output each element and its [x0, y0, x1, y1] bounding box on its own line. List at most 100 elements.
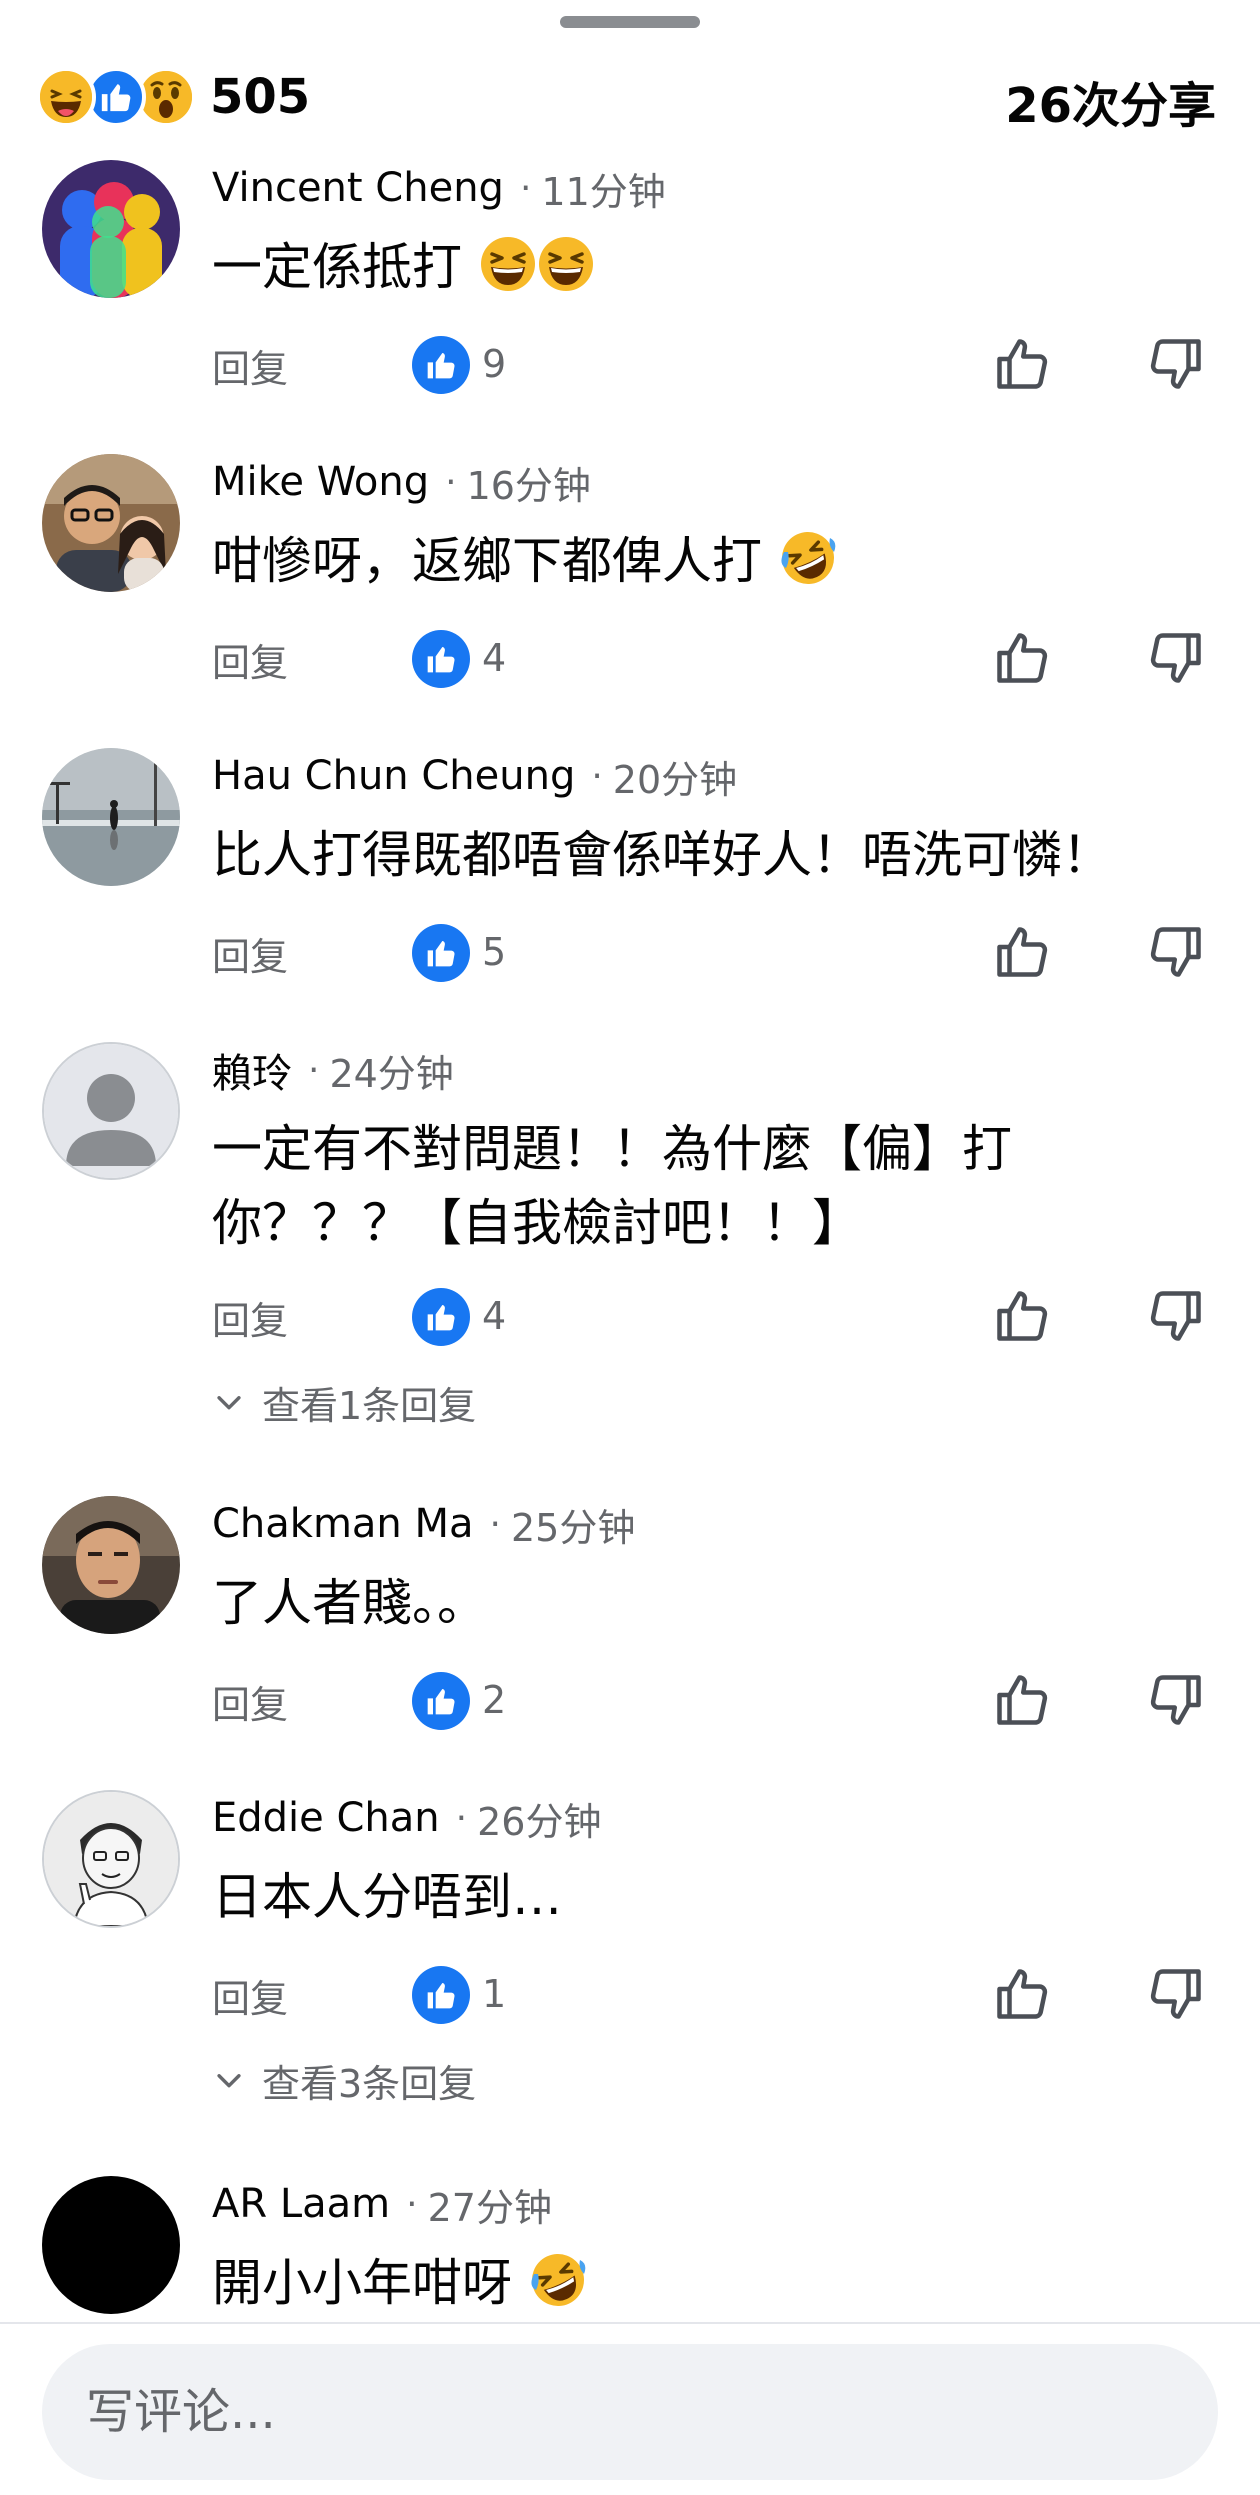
- like-badge-icon[interactable]: [412, 924, 470, 982]
- comment-text: 開小小年咁呀: [212, 2246, 1212, 2320]
- reaction-summary[interactable]: 505: [36, 62, 310, 132]
- drag-handle[interactable]: [560, 16, 700, 28]
- separator-dot: ·: [519, 167, 532, 209]
- comment-header: Hau Chun Cheung · 20分钟: [212, 748, 737, 804]
- separator-dot: ·: [445, 461, 457, 503]
- chevron-down-icon: [217, 2074, 241, 2088]
- author-name[interactable]: 賴玲: [212, 1041, 292, 1099]
- like-count[interactable]: 5: [482, 930, 506, 974]
- comment-header: 賴玲 · 24分钟: [212, 1042, 454, 1098]
- view-replies-label: 查看3条回复: [262, 2061, 477, 2106]
- like-badge-icon[interactable]: [412, 336, 470, 394]
- thumbs-up-icon[interactable]: [992, 628, 1052, 688]
- author-name[interactable]: Vincent Cheng: [212, 165, 504, 211]
- timestamp[interactable]: 16分钟: [467, 455, 591, 510]
- reply-button[interactable]: 回复: [212, 1290, 288, 1345]
- chevron-down-icon: [217, 1396, 241, 1410]
- comment-body: 一定係抵打: [212, 238, 462, 296]
- like-badge-icon[interactable]: [412, 1966, 470, 2024]
- timestamp[interactable]: 26分钟: [477, 1791, 601, 1846]
- thumbs-down-icon[interactable]: [1146, 1286, 1206, 1346]
- rolling-laughing-emoji: [531, 2254, 586, 2306]
- avatar[interactable]: [42, 748, 180, 886]
- thumbs-up-icon[interactable]: [992, 1286, 1052, 1346]
- comment-composer-bar: [0, 2322, 1260, 2495]
- timestamp[interactable]: 24分钟: [329, 1043, 453, 1098]
- comment-body: 日本人分唔到…: [212, 1868, 562, 1926]
- thumbs-up-icon[interactable]: [992, 334, 1052, 394]
- reply-button[interactable]: 回复: [212, 1968, 288, 2023]
- comment-text: 一定有不對問題！！為什麼【偏】打 你？？？【自我檢討吧！！】: [212, 1112, 1212, 1260]
- comment-text: 了人者賤。。: [212, 1566, 1212, 1640]
- view-replies-link[interactable]: 查看3条回复: [212, 2052, 476, 2108]
- avatar[interactable]: [42, 1790, 180, 1928]
- comment-text: 咁慘呀，返鄉下都俾人打: [212, 524, 1212, 598]
- comment-header: AR Laam · 27分钟: [212, 2176, 552, 2232]
- reaction-summary-row: 505 26次分享: [0, 58, 1260, 138]
- separator-dot: ·: [406, 2183, 418, 2225]
- thumbs-up-icon[interactable]: [992, 1670, 1052, 1730]
- author-name[interactable]: Hau Chun Cheung: [212, 753, 575, 799]
- share-count[interactable]: 26次分享: [1005, 66, 1216, 136]
- comment-actions: 回复 5: [0, 918, 1260, 988]
- thumbs-up-icon[interactable]: [992, 1964, 1052, 2024]
- rolling-laughing-emoji: [781, 532, 836, 584]
- reaction-count[interactable]: 505: [210, 69, 310, 125]
- comment-body: 了人者賤。。: [212, 1574, 487, 1632]
- comment-header: Vincent Cheng · 11分钟: [212, 160, 666, 216]
- comment-actions: 回复 9: [0, 330, 1260, 400]
- like-badge-icon[interactable]: [412, 1288, 470, 1346]
- like-badge-icon[interactable]: [412, 1672, 470, 1730]
- reply-button[interactable]: 回复: [212, 926, 288, 981]
- timestamp[interactable]: 25分钟: [511, 1497, 635, 1552]
- timestamp[interactable]: 27分钟: [428, 2177, 552, 2232]
- like-count[interactable]: 9: [482, 342, 506, 386]
- timestamp[interactable]: 20分钟: [613, 749, 737, 804]
- thumbs-up-icon[interactable]: [992, 922, 1052, 982]
- like-count[interactable]: 4: [482, 636, 506, 680]
- thumbs-down-icon[interactable]: [1146, 628, 1206, 688]
- comment-text: 一定係抵打: [212, 230, 1212, 304]
- like-count[interactable]: 4: [482, 1294, 506, 1338]
- haha-reaction-icon: [36, 67, 96, 127]
- comments-sheet: 505 26次分享 Vincent Cheng · 11分钟 一定係抵打 回复 …: [0, 0, 1260, 2495]
- comment-text: 比人打得既都唔會係咩好人！唔洗可憐！: [212, 818, 1212, 892]
- author-name[interactable]: Chakman Ma: [212, 1501, 474, 1547]
- author-name[interactable]: AR Laam: [212, 2181, 390, 2227]
- comment-header: Chakman Ma · 25分钟: [212, 1496, 635, 1552]
- comment-body: 比人打得既都唔會係咩好人！唔洗可憐！: [212, 826, 1112, 884]
- avatar[interactable]: [42, 2176, 180, 2314]
- thumbs-down-icon[interactable]: [1146, 922, 1206, 982]
- comment-actions: 回复 1: [0, 1960, 1260, 2030]
- avatar[interactable]: [42, 1496, 180, 1634]
- comment-body-line: 一定有不對問題！！為什麼【偏】打: [212, 1120, 1012, 1178]
- comment-header: Eddie Chan · 26分钟: [212, 1790, 601, 1846]
- author-name[interactable]: Mike Wong: [212, 459, 429, 505]
- like-count[interactable]: 1: [482, 1972, 506, 2016]
- separator-dot: ·: [489, 1503, 501, 1545]
- like-count[interactable]: 2: [482, 1678, 506, 1722]
- comment-actions: 回复 4: [0, 1282, 1260, 1352]
- thumbs-down-icon[interactable]: [1146, 1964, 1206, 2024]
- comment-body: 開小小年咁呀: [212, 2254, 512, 2312]
- reply-button[interactable]: 回复: [212, 632, 288, 687]
- reply-button[interactable]: 回复: [212, 338, 288, 393]
- comment-composer[interactable]: [42, 2344, 1218, 2480]
- timestamp[interactable]: 11分钟: [541, 161, 665, 216]
- avatar[interactable]: [42, 454, 180, 592]
- comment-input[interactable]: [86, 2344, 1186, 2480]
- view-replies-label: 查看1条回复: [262, 1383, 477, 1428]
- grinning-squinting-emoji: [538, 237, 593, 291]
- reply-button[interactable]: 回复: [212, 1674, 288, 1729]
- author-name[interactable]: Eddie Chan: [212, 1795, 440, 1841]
- thumbs-down-icon[interactable]: [1146, 334, 1206, 394]
- avatar[interactable]: [42, 160, 180, 298]
- separator-dot: ·: [455, 1797, 468, 1839]
- comment-text: 日本人分唔到…: [212, 1860, 1212, 1934]
- comment-header: Mike Wong · 16分钟: [212, 454, 591, 510]
- view-replies-link[interactable]: 查看1条回复: [212, 1374, 476, 1430]
- thumbs-down-icon[interactable]: [1146, 1670, 1206, 1730]
- avatar[interactable]: [42, 1042, 180, 1180]
- comment-actions: 回复 2: [0, 1666, 1260, 1736]
- like-badge-icon[interactable]: [412, 630, 470, 688]
